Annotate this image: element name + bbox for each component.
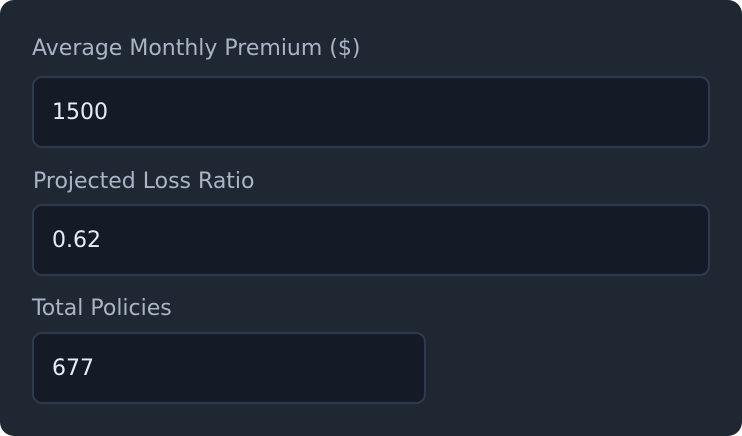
average-monthly-premium-input[interactable] [32, 76, 710, 148]
projected-loss-ratio-input[interactable] [32, 204, 710, 276]
projected-loss-ratio-label: Projected Loss Ratio [33, 169, 255, 194]
total-policies-input[interactable] [32, 332, 426, 404]
average-monthly-premium-label: Average Monthly Premium ($) [32, 36, 361, 61]
total-policies-label: Total Policies [32, 296, 172, 321]
calculator-form-panel: Average Monthly Premium ($) Projected Lo… [0, 0, 742, 436]
